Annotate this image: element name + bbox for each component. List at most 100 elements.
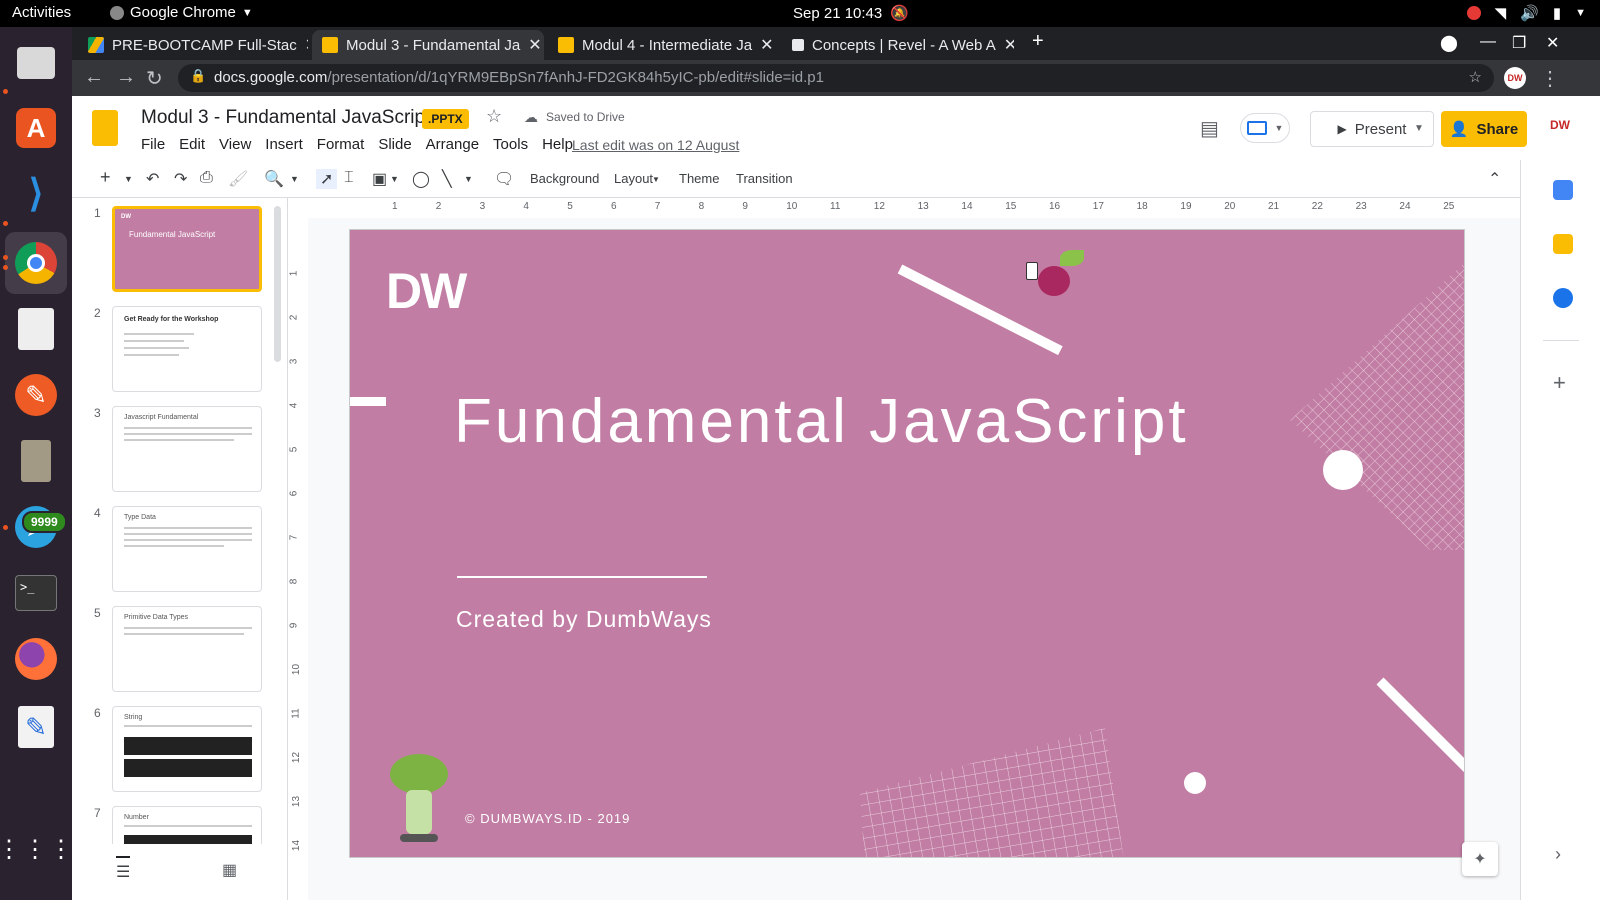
menu-format[interactable]: Format <box>317 136 365 153</box>
keep-icon[interactable] <box>1553 234 1573 254</box>
add-on-plus-icon[interactable]: + <box>1553 370 1566 396</box>
close-icon[interactable]: ✕ <box>760 35 773 55</box>
slide-thumbnail-2[interactable]: Get Ready for the Workshop <box>112 306 262 392</box>
slide-filmstrip[interactable]: 1 Fundamental JavaScript DW 2 Get Ready … <box>72 198 288 900</box>
activities-button[interactable]: Activities <box>12 4 71 21</box>
tab-modul-4[interactable]: Modul 4 - Intermediate Ja ✕ <box>548 30 780 60</box>
filmstrip-scrollbar[interactable] <box>274 206 281 362</box>
slide-footer[interactable]: © DUMBWAYS.ID - 2019 <box>465 811 630 826</box>
menu-slide[interactable]: Slide <box>378 136 411 153</box>
last-edit-link[interactable]: Last edit was on 12 August <box>572 137 739 153</box>
window-close-icon[interactable]: ✕ <box>1546 33 1559 53</box>
reload-icon[interactable]: ↻ <box>146 66 163 91</box>
slide-1[interactable]: DW Fundamental JavaScript Created by Dum… <box>350 230 1464 857</box>
close-icon[interactable]: ✕ <box>1004 35 1014 55</box>
calendar-icon[interactable] <box>1553 180 1573 200</box>
dock-terminal[interactable]: >_ <box>10 567 62 619</box>
dock-firefox[interactable] <box>10 633 62 685</box>
system-tray[interactable]: ◥ 🔊 ▮ ▼ <box>1466 4 1586 22</box>
menu-view[interactable]: View <box>219 136 251 153</box>
zoom-dropdown-icon[interactable]: ▼ <box>290 174 299 184</box>
new-tab-button[interactable]: + <box>1032 30 1044 53</box>
profile-avatar[interactable]: DW <box>1504 67 1526 89</box>
menu-tools[interactable]: Tools <box>493 136 528 153</box>
dock-archive-manager[interactable] <box>10 435 62 487</box>
back-icon[interactable]: ← <box>84 66 104 89</box>
dock-files[interactable] <box>10 37 62 89</box>
image-icon[interactable]: ▣ <box>372 169 387 189</box>
slide-title[interactable]: Fundamental JavaScript <box>454 386 1189 457</box>
dock-software[interactable]: A <box>10 102 62 154</box>
print-icon[interactable]: ⎙ <box>200 169 213 187</box>
close-icon[interactable]: ✕ <box>528 35 541 55</box>
expand-panel-icon[interactable]: › <box>1555 844 1561 865</box>
slide-thumbnail-4[interactable]: Type Data <box>112 506 262 592</box>
image-dropdown-icon[interactable]: ▼ <box>390 174 399 184</box>
star-icon[interactable]: ☆ <box>486 106 502 127</box>
line-dropdown-icon[interactable]: ▼ <box>464 174 473 184</box>
maximize-icon[interactable]: ❐ <box>1512 33 1526 53</box>
url-path: /presentation/d/1qYRM9EBpSn7fAnhJ-FD2GK8… <box>327 69 824 86</box>
dock-text-editor[interactable]: ✎ <box>10 701 62 753</box>
present-to-meeting-button[interactable]: ▼ <box>1240 113 1290 143</box>
theme-button[interactable]: Theme <box>679 171 719 186</box>
document-title[interactable]: Modul 3 - Fundamental JavaScript <box>141 107 430 129</box>
slide-thumbnail-3[interactable]: Javascript Fundamental <box>112 406 262 492</box>
shape-icon[interactable]: ◯ <box>412 169 430 189</box>
slide-thumbnail-5[interactable]: Primitive Data Types <box>112 606 262 692</box>
new-slide-icon[interactable]: + <box>100 167 111 188</box>
minimize-icon[interactable]: — <box>1480 33 1496 51</box>
chrome-menu-icon[interactable]: ⋮ <box>1540 66 1560 91</box>
grid-view-icon[interactable]: ▦ <box>222 860 237 880</box>
undo-icon[interactable]: ↶ <box>146 169 159 189</box>
paint-format-icon[interactable]: 🖌 <box>228 169 248 189</box>
tab-search-icon[interactable]: ⬤ <box>1440 33 1458 53</box>
transition-button[interactable]: Transition <box>736 171 793 186</box>
select-icon[interactable]: ➚ <box>316 169 338 189</box>
dock-chrome[interactable] <box>5 232 67 294</box>
share-button[interactable]: 👤 Share <box>1441 111 1527 147</box>
new-slide-dropdown-icon[interactable]: ▼ <box>124 174 133 184</box>
filmstrip-view-icon[interactable]: ☰ <box>116 856 131 882</box>
system-top-bar: Activities Google Chrome ▼ Sep 21 10:43 … <box>0 0 1600 27</box>
dock-postman[interactable]: ✎ <box>10 369 62 421</box>
present-dropdown-icon[interactable]: ▼ <box>1414 123 1424 134</box>
dock-show-applications[interactable]: ⋮⋮⋮ <box>0 823 73 875</box>
cloud-saved-icon[interactable]: ☁ <box>524 109 538 126</box>
layout-button[interactable]: Layout <box>614 171 653 186</box>
menu-insert[interactable]: Insert <box>265 136 303 153</box>
menu-edit[interactable]: Edit <box>179 136 205 153</box>
explore-button[interactable]: ✦ <box>1462 842 1498 876</box>
layout-dropdown-icon[interactable]: ▼ <box>652 175 660 184</box>
slide-subtitle[interactable]: Created by DumbWays <box>456 606 712 633</box>
menu-help[interactable]: Help <box>542 136 573 153</box>
address-bar[interactable]: 🔒 docs.google.com/presentation/d/1qYRM9E… <box>178 64 1494 92</box>
dock-vscode[interactable]: ⟩ <box>10 167 62 219</box>
tab-revel-concepts[interactable]: Concepts | Revel - A Web A ✕ <box>782 30 1014 60</box>
add-comment-icon[interactable]: 🗨 <box>494 169 514 189</box>
dock-document-viewer[interactable] <box>10 303 62 355</box>
redo-icon[interactable]: ↷ <box>174 169 187 189</box>
tab-prebootcamp[interactable]: PRE-BOOTCAMP Full-Stac ✕ <box>78 30 308 60</box>
zoom-icon[interactable]: 🔍 <box>264 169 284 189</box>
horizontal-ruler[interactable]: 1 2 3 4 5 6 7 8 9 10 11 12 13 14 15 16 17 18 19 20 21 22 23 24 2… <box>288 198 1520 218</box>
text-box-icon[interactable]: ⌶ <box>344 169 354 187</box>
close-icon[interactable]: ✕ <box>305 35 308 55</box>
vertical-ruler[interactable]: 1 2 3 4 5 6 7 8 9 10 11 12 13 14 <box>288 218 308 900</box>
tasks-icon[interactable] <box>1553 288 1573 308</box>
slides-logo-icon[interactable] <box>92 110 118 146</box>
app-menu[interactable]: Google Chrome ▼ <box>110 4 253 21</box>
slide-thumbnail-1[interactable]: Fundamental JavaScript DW <box>112 206 262 292</box>
collapse-toolbar-icon[interactable]: ⌃ <box>1488 169 1501 189</box>
menu-arrange[interactable]: Arrange <box>426 136 479 153</box>
line-icon[interactable]: ╲ <box>442 169 452 189</box>
clock[interactable]: Sep 21 10:43 🔕 <box>793 4 909 23</box>
account-avatar[interactable]: DW <box>1550 118 1570 132</box>
tab-modul-3[interactable]: Modul 3 - Fundamental Ja ✕ <box>312 30 544 60</box>
background-button[interactable]: Background <box>530 171 599 186</box>
comment-history-icon[interactable]: ▤ <box>1200 116 1219 141</box>
menu-file[interactable]: File <box>141 136 165 153</box>
slide-thumbnail-6[interactable]: String <box>112 706 262 792</box>
forward-icon[interactable]: → <box>116 66 136 89</box>
bookmark-star-icon[interactable]: ☆ <box>1469 68 1482 86</box>
